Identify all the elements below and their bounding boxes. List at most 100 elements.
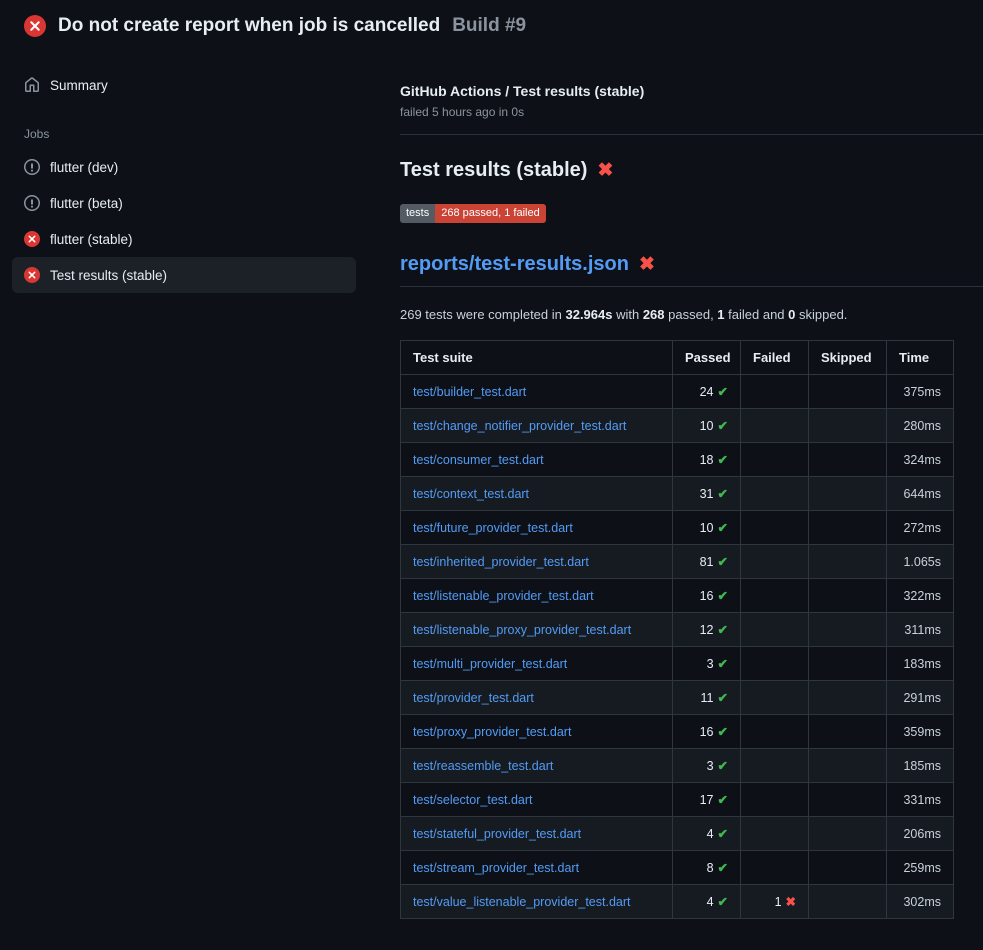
suite-link[interactable]: test/reassemble_test.dart <box>413 759 553 773</box>
time-cell: 644ms <box>887 477 954 511</box>
page-title: Do not create report when job is cancell… <box>58 15 440 37</box>
skipped-cell <box>809 851 887 885</box>
failed-cell <box>741 681 809 715</box>
sidebar-item-label: Test results (stable) <box>50 268 167 283</box>
suite-link[interactable]: test/inherited_provider_test.dart <box>413 555 589 569</box>
test-results-table: Test suite Passed Failed Skipped Time te… <box>400 340 954 919</box>
build-number: Build #9 <box>452 15 526 37</box>
failed-status-icon <box>24 231 40 247</box>
table-row: test/consumer_test.dart18✔324ms <box>401 443 954 477</box>
badge-label: tests <box>400 204 435 223</box>
check-icon: ✔ <box>718 521 728 535</box>
passed-cell: 12✔ <box>673 613 741 647</box>
sidebar-item-flutter-beta[interactable]: flutter (beta) <box>12 185 356 221</box>
breadcrumb: GitHub Actions / Test results (stable) <box>400 83 983 99</box>
skipped-cell <box>809 613 887 647</box>
table-row: test/future_provider_test.dart10✔272ms <box>401 511 954 545</box>
suite-cell: test/multi_provider_test.dart <box>401 647 673 681</box>
passed-cell: 31✔ <box>673 477 741 511</box>
run-meta: failed 5 hours ago in 0s <box>400 105 983 119</box>
suite-link[interactable]: test/stream_provider_test.dart <box>413 861 579 875</box>
suite-link[interactable]: test/stateful_provider_test.dart <box>413 827 581 841</box>
table-row: test/selector_test.dart17✔331ms <box>401 783 954 817</box>
suite-cell: test/change_notifier_provider_test.dart <box>401 409 673 443</box>
suite-cell: test/proxy_provider_test.dart <box>401 715 673 749</box>
skipped-cell <box>809 681 887 715</box>
check-icon: ✔ <box>718 827 728 841</box>
header-passed: Passed <box>673 341 741 375</box>
suite-link[interactable]: test/value_listenable_provider_test.dart <box>413 895 631 909</box>
duration-value: 32.964s <box>565 307 612 322</box>
suite-link[interactable]: test/future_provider_test.dart <box>413 521 573 535</box>
time-cell: 311ms <box>887 613 954 647</box>
skipped-cell <box>809 647 887 681</box>
suite-cell: test/context_test.dart <box>401 477 673 511</box>
failed-status-icon <box>24 267 40 283</box>
skipped-cell <box>809 749 887 783</box>
skipped-cell <box>809 783 887 817</box>
time-cell: 324ms <box>887 443 954 477</box>
suite-link[interactable]: test/change_notifier_provider_test.dart <box>413 419 626 433</box>
skipped-cell <box>809 477 887 511</box>
summary-line: 269 tests were completed in 32.964s with… <box>400 307 983 322</box>
neutral-status-icon <box>24 195 40 211</box>
failed-cell <box>741 375 809 409</box>
sidebar-item-flutter-stable[interactable]: flutter (stable) <box>12 221 356 257</box>
failed-status-icon <box>24 15 46 37</box>
suite-cell: test/inherited_provider_test.dart <box>401 545 673 579</box>
check-icon: ✔ <box>718 589 728 603</box>
table-row: test/listenable_provider_test.dart16✔322… <box>401 579 954 613</box>
skipped-cell <box>809 885 887 919</box>
check-icon: ✔ <box>718 691 728 705</box>
report-file-link[interactable]: reports/test-results.json <box>400 253 629 276</box>
skipped-cell <box>809 409 887 443</box>
suite-link[interactable]: test/consumer_test.dart <box>413 453 544 467</box>
section-title: Test results (stable) <box>400 159 587 182</box>
suite-link[interactable]: test/provider_test.dart <box>413 691 534 705</box>
sidebar-item-test-results-stable[interactable]: Test results (stable) <box>12 257 356 293</box>
sidebar-item-summary[interactable]: Summary <box>12 67 356 103</box>
skipped-cell <box>809 579 887 613</box>
time-cell: 291ms <box>887 681 954 715</box>
suite-link[interactable]: test/multi_provider_test.dart <box>413 657 567 671</box>
suite-link[interactable]: test/listenable_provider_test.dart <box>413 589 594 603</box>
passed-cell: 4✔ <box>673 817 741 851</box>
table-row: test/builder_test.dart24✔375ms <box>401 375 954 409</box>
time-cell: 322ms <box>887 579 954 613</box>
failed-cell <box>741 579 809 613</box>
failed-cell <box>741 613 809 647</box>
suite-link[interactable]: test/selector_test.dart <box>413 793 533 807</box>
suite-cell: test/listenable_proxy_provider_test.dart <box>401 613 673 647</box>
sidebar-item-label: flutter (dev) <box>50 160 118 175</box>
skipped-cell <box>809 443 887 477</box>
time-cell: 280ms <box>887 409 954 443</box>
header-test-suite: Test suite <box>401 341 673 375</box>
passed-cell: 8✔ <box>673 851 741 885</box>
check-icon: ✔ <box>718 895 728 909</box>
check-icon: ✔ <box>718 759 728 773</box>
failed-cell <box>741 647 809 681</box>
header-failed: Failed <box>741 341 809 375</box>
suite-link[interactable]: test/proxy_provider_test.dart <box>413 725 571 739</box>
table-row: test/proxy_provider_test.dart16✔359ms <box>401 715 954 749</box>
suite-link[interactable]: test/context_test.dart <box>413 487 529 501</box>
time-cell: 1.065s <box>887 545 954 579</box>
skipped-cell <box>809 375 887 409</box>
table-row: test/context_test.dart 31✔ 644ms <box>401 477 954 511</box>
sidebar-item-flutter-dev[interactable]: flutter (dev) <box>12 149 356 185</box>
time-cell: 302ms <box>887 885 954 919</box>
passed-cell: 24✔ <box>673 375 741 409</box>
check-icon: ✔ <box>718 487 728 501</box>
check-icon: ✔ <box>718 555 728 569</box>
time-cell: 272ms <box>887 511 954 545</box>
suite-link[interactable]: test/builder_test.dart <box>413 385 526 399</box>
suite-cell: test/selector_test.dart <box>401 783 673 817</box>
failed-cell <box>741 545 809 579</box>
failed-cell <box>741 477 809 511</box>
suite-cell: test/reassemble_test.dart <box>401 749 673 783</box>
sidebar-item-label: flutter (stable) <box>50 232 133 247</box>
time-cell: 359ms <box>887 715 954 749</box>
suite-link[interactable]: test/listenable_proxy_provider_test.dart <box>413 623 631 637</box>
failed-cell <box>741 511 809 545</box>
check-icon: ✔ <box>718 453 728 467</box>
